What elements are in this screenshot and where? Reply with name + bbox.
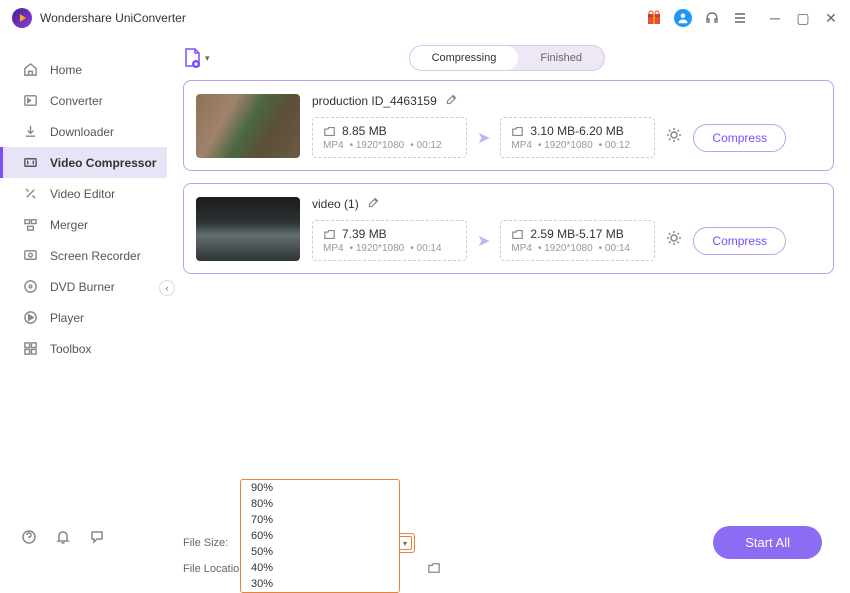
sidebar-item-label: Home [50,63,82,77]
dvd-icon [22,279,38,295]
tab-finished[interactable]: Finished [518,46,604,70]
gift-icon[interactable] [646,10,662,26]
tab-compressing[interactable]: Compressing [410,46,519,70]
video-thumbnail[interactable] [196,197,300,261]
sidebar: Home Converter Downloader Video Compress… [0,36,167,582]
sidebar-item-label: Video Editor [50,187,115,201]
source-info: 8.85 MB MP41920*108000:12 [312,117,467,158]
start-all-button[interactable]: Start All [713,526,822,559]
target-info: 2.59 MB-5.17 MB MP41920*108000:14 [500,220,655,261]
sidebar-item-dvd-burner[interactable]: DVD Burner [0,271,167,302]
tab-toggle: Compressing Finished [409,45,605,71]
titlebar: Wondershare UniConverter ─ ▢ ✕ [0,0,850,36]
sidebar-item-video-compressor[interactable]: Video Compressor [0,147,167,178]
file-name: production ID_4463159 [312,94,437,108]
close-button[interactable]: ✕ [824,11,838,25]
collapse-sidebar-button[interactable]: ‹ [159,280,175,296]
file-size-dropdown: 90% 80% 70% 60% 50% 40% 30% [240,479,400,593]
settings-icon[interactable] [665,229,683,252]
file-list: production ID_4463159 8.85 MB MP41920*10… [183,80,834,522]
maximize-button[interactable]: ▢ [796,11,810,25]
target-info: 3.10 MB-6.20 MB MP41920*108000:12 [500,117,655,158]
file-card: video (1) 7.39 MB MP41920*108000:14 ➤ 2.… [183,183,834,274]
dropdown-option[interactable]: 70% [241,512,399,528]
add-file-button[interactable]: ▾ [183,48,210,68]
converter-icon [22,93,38,109]
compressor-icon [22,155,38,171]
sidebar-item-label: Toolbox [50,342,91,356]
dropdown-option[interactable]: 80% [241,496,399,512]
source-info: 7.39 MB MP41920*108000:14 [312,220,467,261]
compress-button[interactable]: Compress [693,124,786,152]
arrow-right-icon: ➤ [477,128,490,148]
minimize-button[interactable]: ─ [768,11,782,25]
arrow-right-icon: ➤ [477,231,490,251]
video-thumbnail[interactable] [196,94,300,158]
editor-icon [22,186,38,202]
merger-icon [22,217,38,233]
sidebar-item-label: DVD Burner [50,280,115,294]
chevron-down-icon: ▾ [398,536,412,550]
user-avatar-icon[interactable] [674,9,692,27]
add-file-icon [183,48,201,68]
source-size: 8.85 MB [342,124,387,138]
file-card: production ID_4463159 8.85 MB MP41920*10… [183,80,834,171]
player-icon [22,310,38,326]
sidebar-item-downloader[interactable]: Downloader [0,116,167,147]
recorder-icon [22,248,38,264]
home-icon [22,62,38,78]
sidebar-item-toolbox[interactable]: Toolbox [0,333,167,364]
dropdown-option[interactable]: 30% [241,576,399,592]
chevron-down-icon: ▾ [205,53,210,64]
edit-icon[interactable] [367,196,380,212]
sidebar-item-screen-recorder[interactable]: Screen Recorder [0,240,167,271]
file-name: video (1) [312,197,359,211]
download-icon [22,124,38,140]
sidebar-item-label: Downloader [50,125,114,139]
compress-button[interactable]: Compress [693,227,786,255]
sidebar-item-label: Merger [50,218,88,232]
app-title: Wondershare UniConverter [40,11,186,25]
source-size: 7.39 MB [342,227,387,241]
dropdown-option[interactable]: 60% [241,528,399,544]
app-logo [12,8,32,28]
open-folder-icon[interactable] [427,562,441,577]
sidebar-item-merger[interactable]: Merger [0,209,167,240]
target-size: 3.10 MB-6.20 MB [530,124,623,138]
support-icon[interactable] [704,10,720,26]
sidebar-item-label: Screen Recorder [50,249,141,263]
dropdown-option[interactable]: 90% [241,480,399,496]
menu-icon[interactable] [732,10,748,26]
dropdown-option[interactable]: 40% [241,560,399,576]
sidebar-item-label: Converter [50,94,103,108]
notification-icon[interactable] [54,528,72,546]
target-size: 2.59 MB-5.17 MB [530,227,623,241]
sidebar-item-label: Player [50,311,84,325]
toolbox-icon [22,341,38,357]
feedback-icon[interactable] [88,528,106,546]
dropdown-option[interactable]: 50% [241,544,399,560]
edit-icon[interactable] [445,93,458,109]
sidebar-item-label: Video Compressor [50,156,156,170]
sidebar-item-home[interactable]: Home [0,54,167,85]
sidebar-item-player[interactable]: Player [0,302,167,333]
settings-icon[interactable] [665,126,683,149]
help-icon[interactable] [20,528,38,546]
sidebar-item-video-editor[interactable]: Video Editor [0,178,167,209]
sidebar-item-converter[interactable]: Converter [0,85,167,116]
